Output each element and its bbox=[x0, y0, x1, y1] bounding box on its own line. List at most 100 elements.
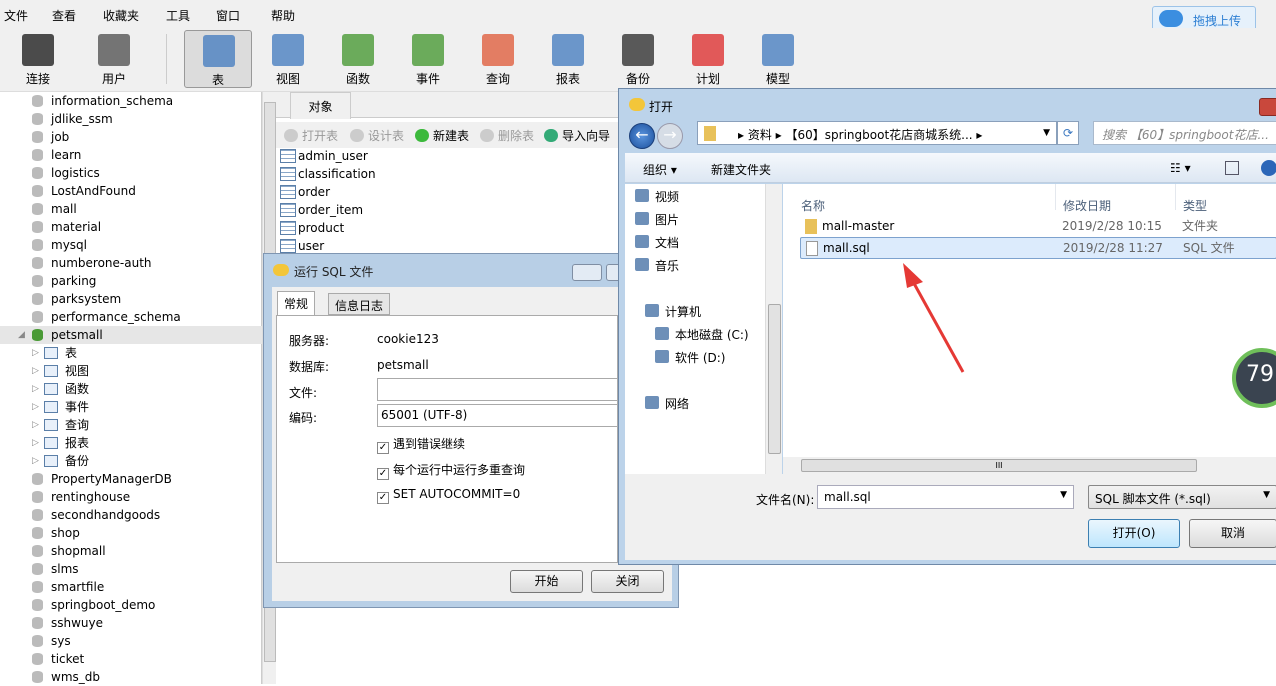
column-date[interactable]: 修改日期 bbox=[1063, 197, 1111, 214]
toolbar-user-button[interactable]: 用户 bbox=[80, 30, 148, 88]
table-item[interactable]: order bbox=[280, 183, 330, 201]
menu-0[interactable]: 文件 bbox=[4, 7, 28, 24]
tab-objects[interactable]: 对象 bbox=[290, 92, 351, 119]
sidebar-db-item[interactable]: performance_schema bbox=[0, 308, 262, 326]
toolbar-schedule-button[interactable]: 计划 bbox=[674, 30, 742, 88]
sidebar-db-item[interactable]: job bbox=[0, 128, 262, 146]
start-button[interactable]: 开始 bbox=[510, 570, 583, 593]
preview-pane-icon[interactable] bbox=[1225, 161, 1239, 175]
column-type[interactable]: 类型 bbox=[1183, 197, 1207, 214]
sidebar-db-item[interactable]: parking bbox=[0, 272, 262, 290]
search-input[interactable]: 搜索 【60】springboot花店... bbox=[1093, 121, 1276, 145]
action-3[interactable]: 删除表 bbox=[480, 127, 534, 144]
file-row[interactable]: mall.sql 2019/2/28 11:27 SQL 文件 bbox=[800, 237, 1276, 259]
sidebar-child-item[interactable]: ▷ 报表 bbox=[0, 434, 262, 452]
expand-arrow-icon[interactable]: ▷ bbox=[32, 380, 39, 398]
toolbar-event-button[interactable]: 事件 bbox=[394, 30, 462, 88]
sidebar-db-item[interactable]: numberone-auth bbox=[0, 254, 262, 272]
sidebar-child-item[interactable]: ▷ 视图 bbox=[0, 362, 262, 380]
nav-item[interactable]: 网络 bbox=[645, 395, 689, 412]
sidebar-db-item[interactable]: shop bbox=[0, 524, 262, 542]
sidebar-db-item[interactable]: wms_db bbox=[0, 668, 262, 686]
toolbar-report-button[interactable]: 报表 bbox=[534, 30, 602, 88]
sidebar-child-item[interactable]: ▷ 表 bbox=[0, 344, 262, 362]
expand-arrow-icon[interactable]: ▷ bbox=[32, 362, 39, 380]
sidebar-db-item[interactable]: material bbox=[0, 218, 262, 236]
filename-input[interactable]: mall.sql ▼ bbox=[817, 485, 1074, 509]
nav-item[interactable]: 文档 bbox=[635, 234, 679, 251]
table-item[interactable]: product bbox=[280, 219, 344, 237]
menu-2[interactable]: 收藏夹 bbox=[103, 7, 139, 24]
address-bar[interactable]: ▸ 资料 ▸ 【60】springboot花店商城系统... ▸ ▼ bbox=[697, 121, 1057, 145]
menu-5[interactable]: 帮助 bbox=[271, 7, 295, 24]
multi-query-checkbox[interactable]: ✓ 每个运行中运行多重查询 bbox=[377, 461, 525, 480]
nav-item[interactable]: 软件 (D:) bbox=[655, 349, 725, 366]
column-name[interactable]: 名称 bbox=[801, 197, 825, 214]
sidebar-db-item[interactable]: mall bbox=[0, 200, 262, 218]
table-item[interactable]: classification bbox=[280, 165, 376, 183]
organize-menu[interactable]: 组织 ▾ bbox=[643, 161, 677, 178]
sidebar-db-item[interactable]: smartfile bbox=[0, 578, 262, 596]
horizontal-scrollbar[interactable]: III bbox=[783, 457, 1276, 474]
expand-arrow-icon[interactable]: ▷ bbox=[32, 416, 39, 434]
sidebar-db-item[interactable]: secondhandgoods bbox=[0, 506, 262, 524]
toolbar-plug-button[interactable]: 连接 bbox=[4, 30, 72, 88]
collapse-arrow-icon[interactable]: ◢ bbox=[18, 326, 25, 344]
expand-arrow-icon[interactable]: ▷ bbox=[32, 344, 39, 362]
expand-arrow-icon[interactable]: ▷ bbox=[32, 434, 39, 452]
tab-general[interactable]: 常规 bbox=[277, 291, 316, 315]
action-4[interactable]: 导入向导 bbox=[544, 127, 610, 144]
help-icon[interactable] bbox=[1261, 160, 1276, 176]
sidebar-db-item[interactable]: jdlike_ssm bbox=[0, 110, 262, 128]
table-item[interactable]: order_item bbox=[280, 201, 363, 219]
new-folder-button[interactable]: 新建文件夹 bbox=[711, 161, 771, 178]
file-input[interactable] bbox=[377, 378, 618, 401]
table-item[interactable]: admin_user bbox=[280, 147, 368, 165]
sidebar-db-item[interactable]: information_schema bbox=[0, 92, 262, 110]
sidebar-db-item[interactable]: shopmall bbox=[0, 542, 262, 560]
sidebar-db-item[interactable]: PropertyManagerDB bbox=[0, 470, 262, 488]
menu-4[interactable]: 窗口 bbox=[216, 7, 240, 24]
action-2[interactable]: 新建表 bbox=[415, 127, 469, 144]
breadcrumb-item[interactable]: 【60】springboot花店商城系统... bbox=[786, 128, 973, 142]
toolbar-view-button[interactable]: 视图 bbox=[254, 30, 322, 88]
autocommit-checkbox[interactable]: ✓ SET AUTOCOMMIT=0 bbox=[377, 487, 520, 504]
toolbar-function-button[interactable]: 函数 bbox=[324, 30, 392, 88]
menu-3[interactable]: 工具 bbox=[166, 7, 190, 24]
sidebar-child-item[interactable]: ▷ 查询 bbox=[0, 416, 262, 434]
action-0[interactable]: 打开表 bbox=[284, 127, 338, 144]
nav-item[interactable]: 视频 bbox=[635, 188, 679, 205]
sidebar-db-item[interactable]: parksystem bbox=[0, 290, 262, 308]
continue-on-error-checkbox[interactable]: ✓ 遇到错误继续 bbox=[377, 435, 465, 454]
encoding-select[interactable]: 65001 (UTF-8) bbox=[377, 404, 618, 427]
nav-item[interactable]: 本地磁盘 (C:) bbox=[655, 326, 749, 343]
forward-button[interactable]: → bbox=[657, 123, 683, 149]
open-button[interactable]: 打开(O) bbox=[1088, 519, 1180, 548]
sidebar-child-item[interactable]: ▷ 备份 bbox=[0, 452, 262, 470]
menu-1[interactable]: 查看 bbox=[52, 7, 76, 24]
nav-item[interactable]: 图片 bbox=[635, 211, 679, 228]
close-icon[interactable] bbox=[1259, 98, 1276, 116]
breadcrumb-item[interactable]: 资料 bbox=[748, 128, 772, 142]
tab-info-log[interactable]: 信息日志 bbox=[328, 293, 391, 315]
cancel-button[interactable]: 取消 bbox=[1189, 519, 1276, 548]
sidebar-db-item[interactable]: LostAndFound bbox=[0, 182, 262, 200]
minimize-button[interactable] bbox=[572, 264, 602, 281]
sidebar-db-item[interactable]: petsmall ◢ bbox=[0, 326, 262, 344]
sidebar-db-item[interactable]: springboot_demo bbox=[0, 596, 262, 614]
sidebar-db-item[interactable]: slms bbox=[0, 560, 262, 578]
nav-item[interactable]: 音乐 bbox=[635, 257, 679, 274]
toolbar-model-button[interactable]: 模型 bbox=[744, 30, 812, 88]
sidebar-db-item[interactable]: sys bbox=[0, 632, 262, 650]
file-row[interactable]: mall-master 2019/2/28 10:15 文件夹 bbox=[800, 216, 1276, 238]
action-1[interactable]: 设计表 bbox=[350, 127, 404, 144]
refresh-icon[interactable]: ⟳ bbox=[1057, 121, 1079, 145]
nav-scrollbar[interactable] bbox=[765, 184, 782, 474]
sidebar-child-item[interactable]: ▷ 函数 bbox=[0, 380, 262, 398]
back-button[interactable]: ← bbox=[629, 123, 655, 149]
expand-arrow-icon[interactable]: ▷ bbox=[32, 452, 39, 470]
filetype-select[interactable]: SQL 脚本文件 (*.sql) ▼ bbox=[1088, 485, 1276, 509]
sidebar-db-item[interactable]: ticket bbox=[0, 650, 262, 668]
sidebar-child-item[interactable]: ▷ 事件 bbox=[0, 398, 262, 416]
toolbar-table-button[interactable]: 表 bbox=[184, 30, 252, 88]
